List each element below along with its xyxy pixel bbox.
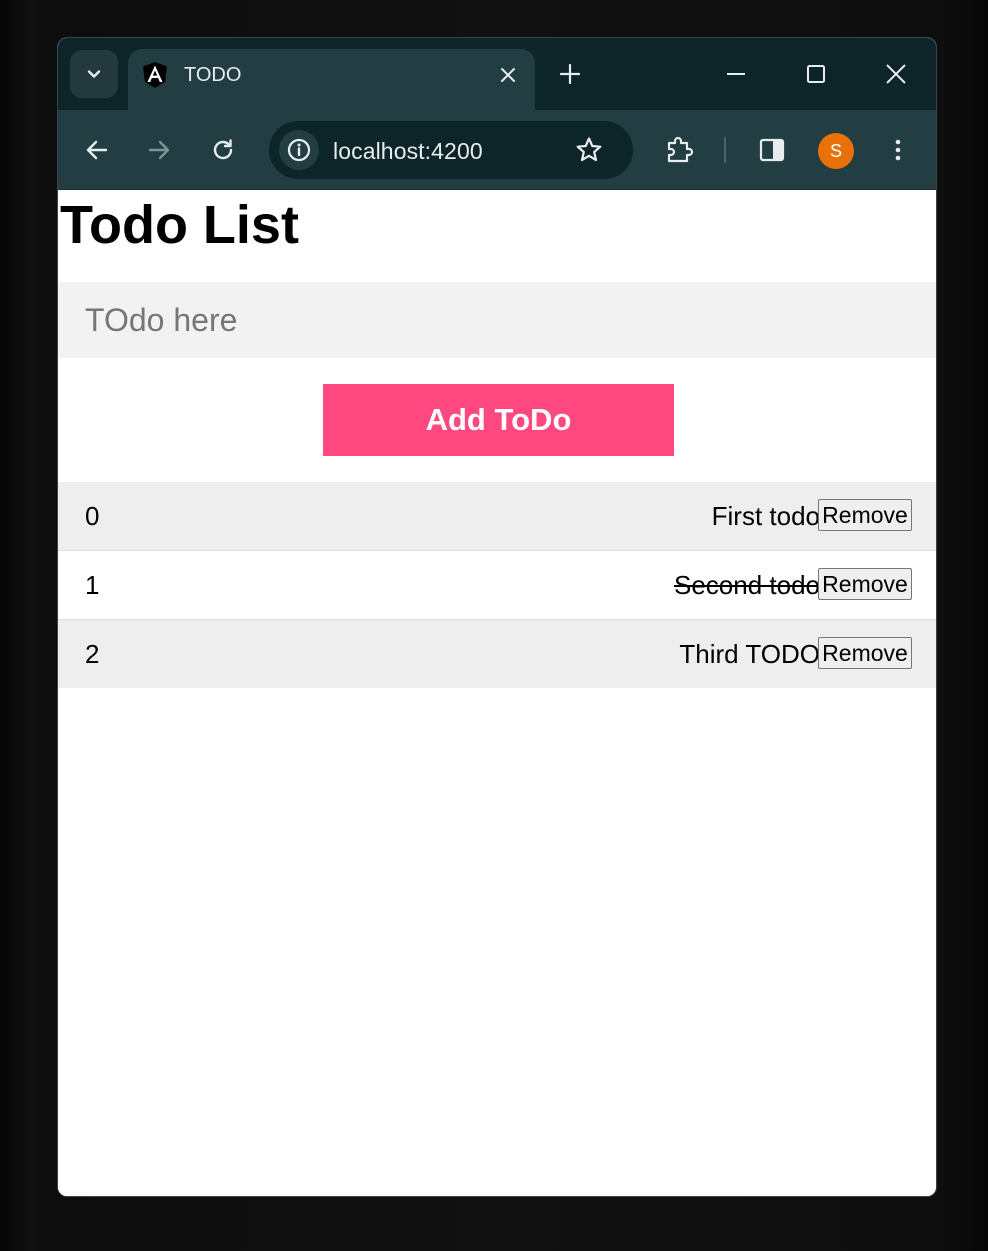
browser-toolbar: localhost:4200 S xyxy=(58,110,936,190)
todo-row: 0 First todo Remove xyxy=(58,482,936,551)
maximize-button[interactable] xyxy=(800,58,832,90)
remove-button[interactable]: Remove xyxy=(818,637,912,669)
browser-window: TODO localhost:4200 S Todo List TOdo her… xyxy=(57,37,937,1197)
kebab-menu-icon xyxy=(895,139,901,161)
tab-strip: TODO xyxy=(58,38,936,111)
tab-search-button[interactable] xyxy=(70,50,118,98)
todo-index: 0 xyxy=(85,501,100,531)
close-icon xyxy=(501,68,515,82)
new-tab-button[interactable] xyxy=(556,60,584,88)
todo-index: 1 xyxy=(85,570,100,600)
tab-title: TODO xyxy=(184,64,242,86)
todo-list: 0 First todo Remove 1 Second todo Remove… xyxy=(58,482,936,688)
bookmark-button[interactable] xyxy=(573,134,605,166)
remove-button[interactable]: Remove xyxy=(818,568,912,600)
remove-button[interactable]: Remove xyxy=(818,499,912,531)
minimize-icon xyxy=(727,73,745,75)
star-icon xyxy=(576,137,602,162)
page-content: Todo List Add ToDo 0 First todo Remove 1… xyxy=(58,190,936,1196)
menu-button[interactable] xyxy=(880,132,916,168)
todo-index: 2 xyxy=(85,639,100,669)
tab-close-button[interactable] xyxy=(496,63,520,87)
tab-active[interactable]: TODO xyxy=(128,49,535,111)
extensions-button[interactable] xyxy=(661,132,697,168)
chevron-down-icon xyxy=(87,70,101,78)
todo-text[interactable]: Second todo xyxy=(674,570,820,601)
arrow-left-icon xyxy=(86,140,108,160)
forward-button[interactable] xyxy=(141,132,177,168)
profile-avatar[interactable]: S xyxy=(818,133,854,169)
maximize-icon xyxy=(807,65,825,83)
close-window-button[interactable] xyxy=(880,58,912,90)
reload-icon xyxy=(213,139,233,160)
plus-icon xyxy=(560,64,580,84)
reload-button[interactable] xyxy=(205,132,241,168)
site-info-button[interactable] xyxy=(279,130,319,170)
add-todo-button[interactable]: Add ToDo xyxy=(323,384,674,456)
todo-text[interactable]: First todo xyxy=(712,501,820,532)
side-panel-button[interactable] xyxy=(754,132,790,168)
todo-text[interactable]: Third TODO xyxy=(679,639,820,670)
info-icon xyxy=(287,138,311,162)
back-button[interactable] xyxy=(79,132,115,168)
todo-input[interactable] xyxy=(58,282,936,358)
arrow-right-icon xyxy=(148,140,170,160)
todo-row: 1 Second todo Remove xyxy=(58,551,936,620)
close-icon xyxy=(886,64,906,84)
address-bar[interactable]: localhost:4200 xyxy=(269,121,633,179)
angular-logo-icon xyxy=(143,62,167,88)
url-text[interactable]: localhost:4200 xyxy=(333,138,483,165)
toolbar-divider xyxy=(724,137,726,163)
page-title: Todo List xyxy=(60,195,299,255)
todo-row: 2 Third TODO Remove xyxy=(58,620,936,688)
minimize-button[interactable] xyxy=(720,58,752,90)
side-panel-icon xyxy=(759,138,785,162)
puzzle-icon xyxy=(667,136,694,163)
